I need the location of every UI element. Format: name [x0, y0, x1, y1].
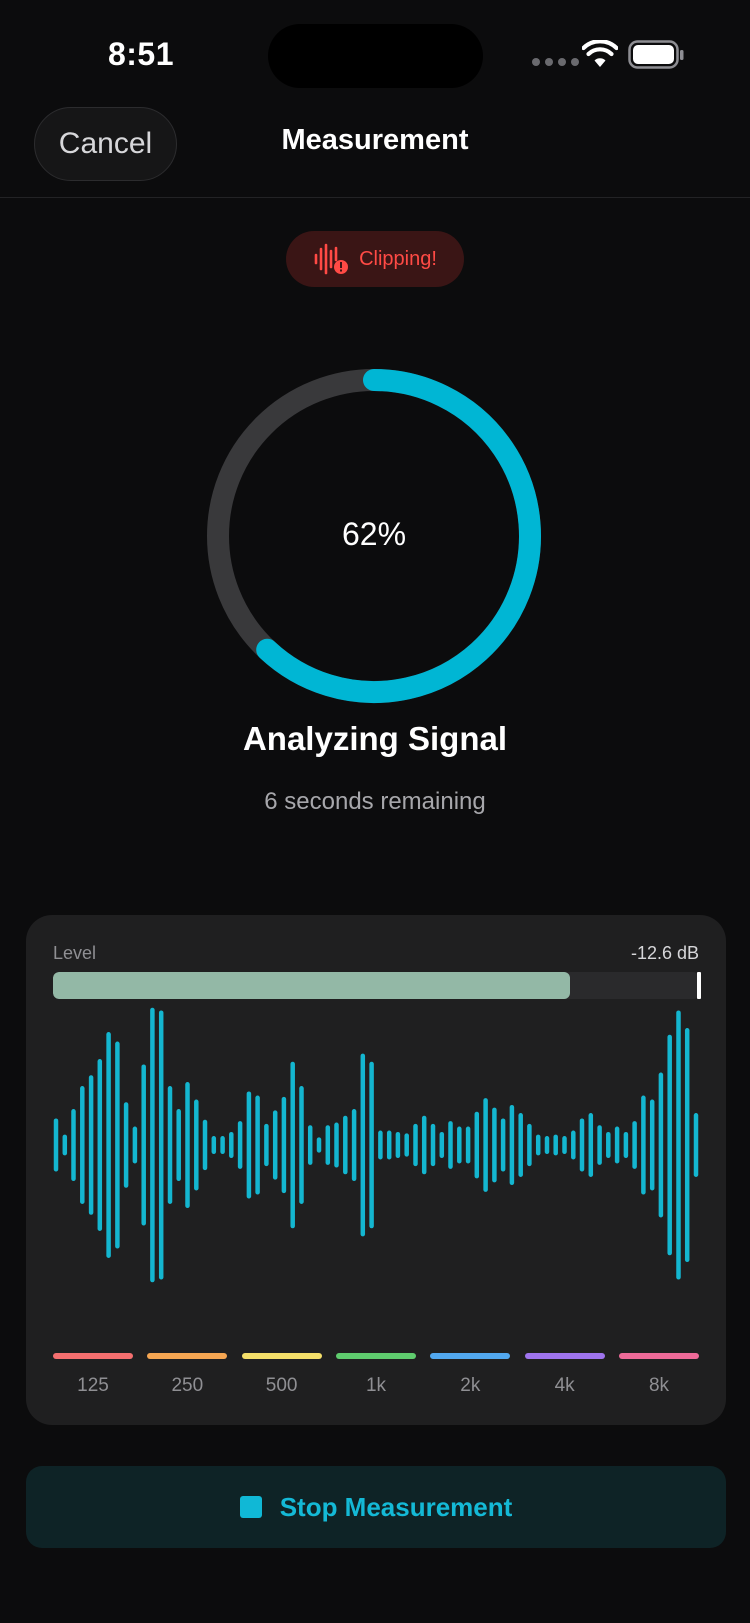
frequency-band: 500 [241, 1353, 322, 1397]
frequency-band: 2k [430, 1353, 511, 1397]
status-bar: 8:51 [0, 0, 750, 100]
cellular-signal-icon [532, 58, 579, 66]
stop-measurement-button[interactable]: Stop Measurement [26, 1466, 726, 1548]
band-color-line [53, 1353, 133, 1359]
dynamic-island [268, 24, 483, 88]
band-label: 250 [171, 1375, 204, 1396]
frequency-band: 4k [524, 1353, 605, 1397]
time-remaining: 6 seconds remaining [264, 788, 486, 815]
band-color-line [147, 1353, 228, 1359]
band-color-line [336, 1353, 416, 1359]
cancel-button[interactable]: Cancel [34, 107, 177, 181]
stop-icon [239, 1496, 262, 1518]
waveform [53, 1007, 699, 1283]
level-meter-fill [53, 972, 570, 999]
signal-card: Level -12.6 dB 125 250 500 1k 2k 4k 8k [26, 915, 726, 1425]
band-label: 4k [554, 1375, 575, 1396]
status-time: 8:51 [107, 36, 175, 72]
band-label: 500 [265, 1375, 298, 1396]
frequency-band: 125 [53, 1353, 133, 1397]
band-label: 125 [77, 1375, 109, 1396]
page-title: Measurement [281, 124, 469, 156]
band-label: 2k [460, 1375, 481, 1396]
frequency-band: 1k [336, 1353, 416, 1397]
frequency-band: 8k [619, 1353, 699, 1397]
status-title: Analyzing Signal [242, 720, 508, 757]
band-color-line [430, 1353, 511, 1359]
level-peak-marker [697, 972, 701, 999]
progress-percent: 62% [341, 516, 407, 552]
band-label: 1k [365, 1375, 387, 1396]
band-color-line [524, 1353, 605, 1359]
frequency-band: 250 [147, 1353, 228, 1397]
level-label: Level [53, 943, 97, 963]
band-color-line [619, 1353, 699, 1359]
level-value: -12.6 dB [630, 943, 699, 963]
waveform-warning-icon [314, 243, 349, 275]
clipping-label: Clipping! [359, 247, 437, 270]
clipping-badge: Clipping! [286, 231, 464, 287]
level-meter-track [53, 972, 699, 999]
wifi-icon [582, 40, 618, 67]
band-color-line [241, 1353, 322, 1359]
stop-measurement-label: Stop Measurement [279, 1491, 513, 1522]
nav-bar: Cancel Measurement [0, 100, 750, 198]
frequency-bands: 125 250 500 1k 2k 4k 8k [53, 1353, 699, 1413]
band-label: 8k [648, 1375, 670, 1396]
battery-icon [628, 40, 684, 69]
